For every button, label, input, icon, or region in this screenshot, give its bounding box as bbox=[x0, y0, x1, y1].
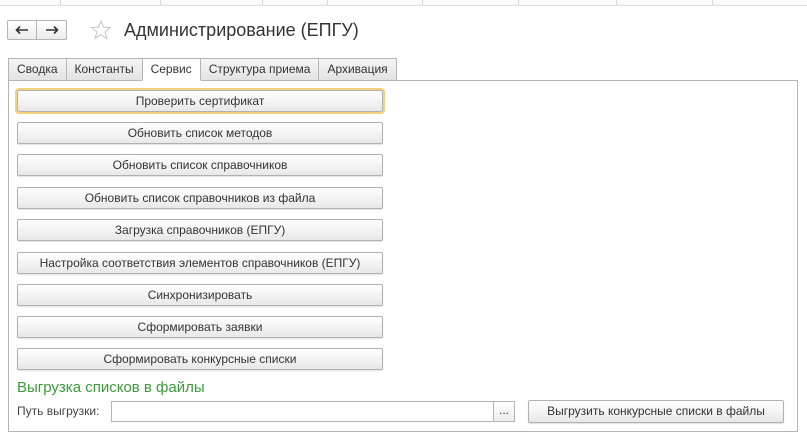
update-directories-from-file-button[interactable]: Обновить список справочников из файла bbox=[17, 187, 383, 209]
tab-summary[interactable]: Сводка bbox=[8, 58, 67, 81]
create-competition-lists-button[interactable]: Сформировать конкурсные списки bbox=[17, 348, 383, 370]
update-directories-button[interactable]: Обновить список справочников bbox=[17, 154, 383, 176]
strip-divider bbox=[160, 0, 161, 5]
tab-bar: Сводка Константы Сервис Структура приема… bbox=[8, 58, 397, 81]
directory-mapping-button[interactable]: Настройка соответствия элементов справоч… bbox=[17, 252, 383, 274]
arrow-right-icon bbox=[45, 25, 59, 35]
strip-divider bbox=[712, 0, 713, 5]
strip-divider bbox=[616, 0, 617, 5]
star-outline-icon[interactable] bbox=[90, 19, 112, 41]
synchronize-button[interactable]: Синхронизировать bbox=[17, 284, 383, 306]
tab-constants[interactable]: Константы bbox=[65, 58, 143, 81]
form-header: Администрирование (ЕПГУ) bbox=[7, 14, 359, 46]
export-section-title: Выгрузка списков в файлы bbox=[17, 379, 205, 396]
export-path-label: Путь выгрузки: bbox=[17, 404, 100, 418]
tab-service[interactable]: Сервис bbox=[141, 58, 201, 81]
page-title: Администрирование (ЕПГУ) bbox=[124, 19, 359, 40]
back-button[interactable] bbox=[7, 20, 37, 40]
strip-divider bbox=[518, 0, 519, 5]
strip-divider bbox=[327, 0, 328, 5]
export-path-input[interactable] bbox=[111, 401, 494, 422]
strip-divider bbox=[422, 0, 423, 5]
top-strip bbox=[0, 0, 807, 6]
arrow-left-icon bbox=[15, 25, 28, 35]
strip-divider bbox=[60, 0, 61, 5]
create-applications-button[interactable]: Сформировать заявки bbox=[17, 316, 383, 338]
update-methods-button[interactable]: Обновить список методов bbox=[17, 122, 383, 144]
load-directories-button[interactable]: Загрузка справочников (ЕПГУ) bbox=[17, 219, 383, 241]
tab-admission-structure[interactable]: Структура приема bbox=[199, 58, 320, 81]
tab-archiving[interactable]: Архивация bbox=[318, 58, 397, 81]
check-certificate-button[interactable]: Проверить сертификат bbox=[15, 88, 385, 114]
export-competition-lists-button[interactable]: Выгрузить конкурсные списки в файлы bbox=[528, 400, 784, 423]
browse-path-button[interactable]: ... bbox=[494, 401, 515, 422]
forward-button[interactable] bbox=[37, 20, 67, 40]
strip-divider bbox=[262, 0, 263, 5]
